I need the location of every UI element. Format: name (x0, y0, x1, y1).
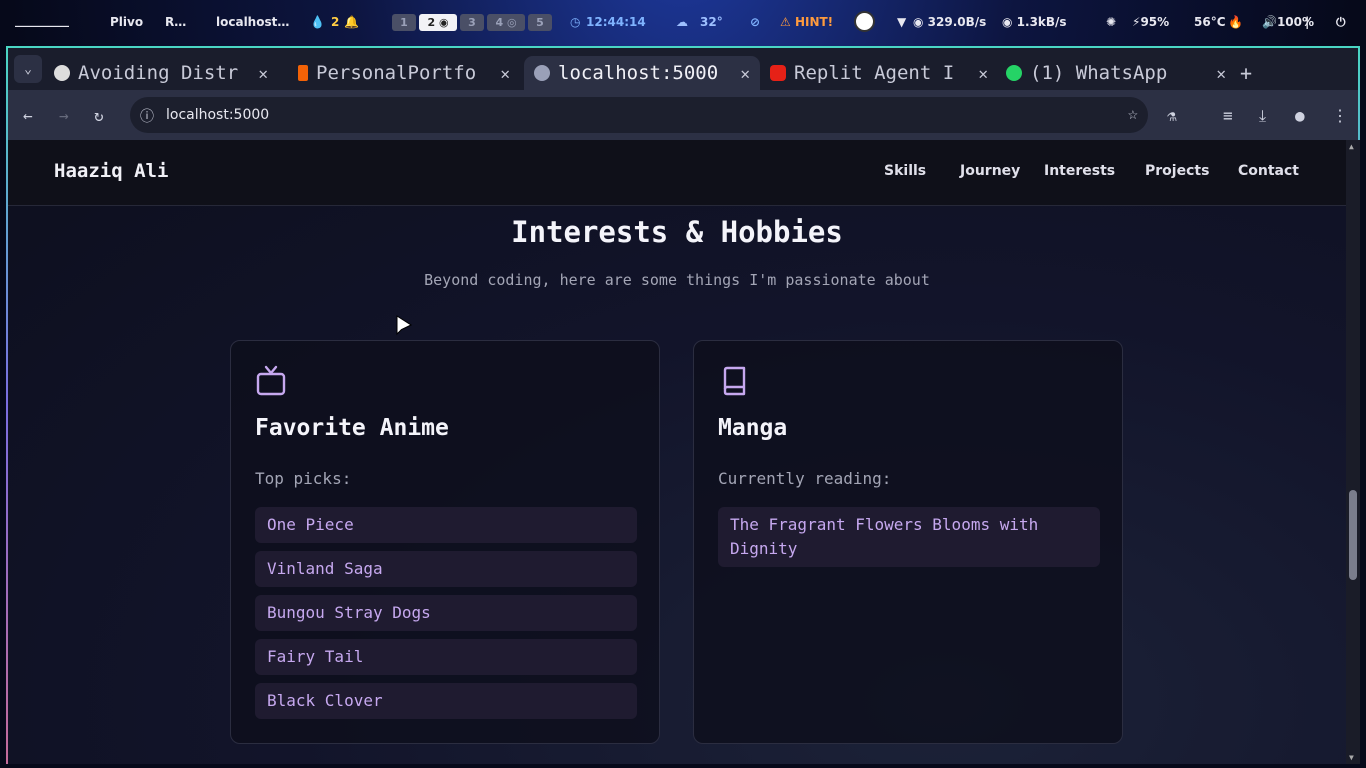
hint-alert[interactable]: ⚠ HINT! (780, 15, 833, 29)
divider: | (1305, 15, 1310, 29)
site-header: Haaziq Ali Skills Journey Interests Proj… (8, 140, 1346, 206)
upload-rate: ◉ 1.3kB/s (1002, 15, 1067, 29)
tab-strip: ⌄ Avoiding Distr ✕ PersonalPortfo ✕ loca… (8, 48, 1358, 90)
reload-icon[interactable]: ↻ (94, 106, 104, 125)
scroll-down-icon[interactable]: ▼ (1349, 753, 1354, 762)
notification-count[interactable]: 2 (331, 15, 339, 29)
manga-card: Manga Currently reading: The Fragrant Fl… (693, 340, 1123, 744)
tv-icon (256, 365, 286, 396)
weather-icon: ☁ (676, 15, 688, 29)
plus-icon: + (1240, 61, 1253, 85)
download-rate: ◉ 329.0B/s (913, 15, 987, 29)
wifi-icon[interactable]: ▼ (897, 15, 906, 29)
labs-flask-icon[interactable]: ⚗ (1167, 106, 1177, 125)
page-viewport: Haaziq Ali Skills Journey Interests Proj… (8, 140, 1346, 764)
reading-list-icon[interactable]: ≡ (1223, 106, 1233, 125)
close-icon[interactable]: ✕ (978, 64, 988, 83)
workspace-5[interactable]: 5 (528, 14, 552, 31)
tab-4[interactable]: (1) WhatsApp ✕ (1006, 56, 1236, 90)
launcher-menu[interactable]: _________ (15, 13, 69, 27)
list-item: Fairy Tail (255, 639, 637, 675)
workspace-1[interactable]: 1 (392, 14, 416, 31)
nav-interests[interactable]: Interests (1044, 163, 1115, 179)
eye-off-icon[interactable]: ⊘ (750, 15, 760, 29)
section-subtitle: Beyond coding, here are some things I'm … (424, 271, 930, 289)
weather-temp: 32° (700, 15, 723, 29)
nav-skills[interactable]: Skills (884, 163, 926, 179)
browser-window: ⌄ Avoiding Distr ✕ PersonalPortfo ✕ loca… (6, 46, 1360, 764)
workspace-3[interactable]: 3 (460, 14, 484, 31)
app-label-r[interactable]: R… (165, 15, 186, 29)
app-label-plivo[interactable]: Plivo (110, 15, 143, 29)
book-icon (723, 366, 746, 396)
address-toolbar: ← → ↻ ⓘ localhost:5000 ☆ ⚗ ≡ ⤓ ● ⋮ (8, 90, 1358, 140)
list-item: Vinland Saga (255, 551, 637, 587)
menu-kebab-icon[interactable]: ⋮ (1332, 106, 1348, 125)
star-icon[interactable]: ☆ (1128, 104, 1138, 124)
address-bar[interactable]: ⓘ localhost:5000 ☆ (130, 97, 1148, 133)
chevron-down-icon: ⌄ (24, 61, 32, 77)
youtube-icon (770, 65, 786, 81)
cpu-temp: 56°C (1194, 15, 1226, 29)
tab-1[interactable]: PersonalPortfo ✕ (298, 56, 520, 90)
close-icon[interactable]: ✕ (1216, 64, 1226, 83)
bell-icon[interactable]: 🔔 (344, 15, 359, 29)
card-title: Favorite Anime (255, 415, 449, 441)
profile-icon[interactable]: ● (1295, 106, 1305, 125)
card-label: Top picks: (255, 469, 352, 488)
close-icon[interactable]: ✕ (258, 64, 268, 83)
scroll-up-icon[interactable]: ▲ (1349, 142, 1354, 151)
active-window-title: localhost… (216, 15, 290, 29)
site-brand[interactable]: Haaziq Ali (54, 160, 168, 182)
power-icon[interactable]: ⏻ (1336, 15, 1346, 30)
nav-projects[interactable]: Projects (1145, 163, 1209, 179)
workspace-4[interactable]: 4 ◎ (487, 14, 525, 31)
tab-2-active[interactable]: localhost:5000 ✕ (524, 56, 760, 90)
flame-icon: 🔥 (1228, 15, 1243, 29)
openai-icon (54, 65, 70, 81)
workspace-2[interactable]: 2 ◉ (419, 14, 457, 31)
forward-icon[interactable]: → (59, 106, 69, 125)
list-item: Black Clover (255, 683, 637, 719)
mouse-cursor-icon (396, 315, 412, 336)
clock-icon: ◷ (570, 15, 581, 29)
list-item: One Piece (255, 507, 637, 543)
nav-contact[interactable]: Contact (1238, 163, 1299, 179)
back-icon[interactable]: ← (23, 106, 33, 125)
list-item: Bungou Stray Dogs (255, 595, 637, 631)
site-info-icon[interactable]: ⓘ (140, 106, 154, 126)
scrollbar[interactable]: ▲ ▼ (1346, 140, 1360, 764)
brightness-icon[interactable]: ✺ (1106, 15, 1116, 29)
section-title: Interests & Hobbies (511, 215, 843, 249)
tab-0[interactable]: Avoiding Distr ✕ (54, 56, 278, 90)
drop-icon: 💧 (310, 15, 325, 29)
system-status-bar: _________ Plivo R… localhost… 💧 2 🔔 1 2 … (0, 0, 1366, 44)
anime-card: Favorite Anime Top picks: One Piece Vinl… (230, 340, 660, 744)
scrollbar-thumb[interactable] (1349, 490, 1357, 580)
whatsapp-icon (1006, 65, 1022, 81)
nav-journey[interactable]: Journey (960, 163, 1020, 179)
tab-3[interactable]: Replit Agent I ✕ (770, 56, 998, 90)
close-icon[interactable]: ✕ (740, 64, 750, 83)
close-icon[interactable]: ✕ (500, 64, 510, 83)
url-text[interactable]: localhost:5000 (166, 107, 269, 123)
list-item: The Fragrant Flowers Blooms with Dignity (718, 507, 1100, 567)
replit-icon (298, 65, 308, 81)
clock-time: 12:44:14 (586, 15, 646, 29)
tab-search-button[interactable]: ⌄ (14, 55, 42, 83)
card-label: Currently reading: (718, 469, 892, 488)
new-tab-button[interactable]: + (1240, 56, 1260, 90)
globe-icon (534, 65, 550, 81)
download-icon[interactable]: ⤓ (1259, 106, 1266, 126)
card-title: Manga (718, 415, 788, 441)
obs-icon[interactable] (854, 11, 875, 32)
battery-level: ⚡95% (1132, 15, 1170, 29)
